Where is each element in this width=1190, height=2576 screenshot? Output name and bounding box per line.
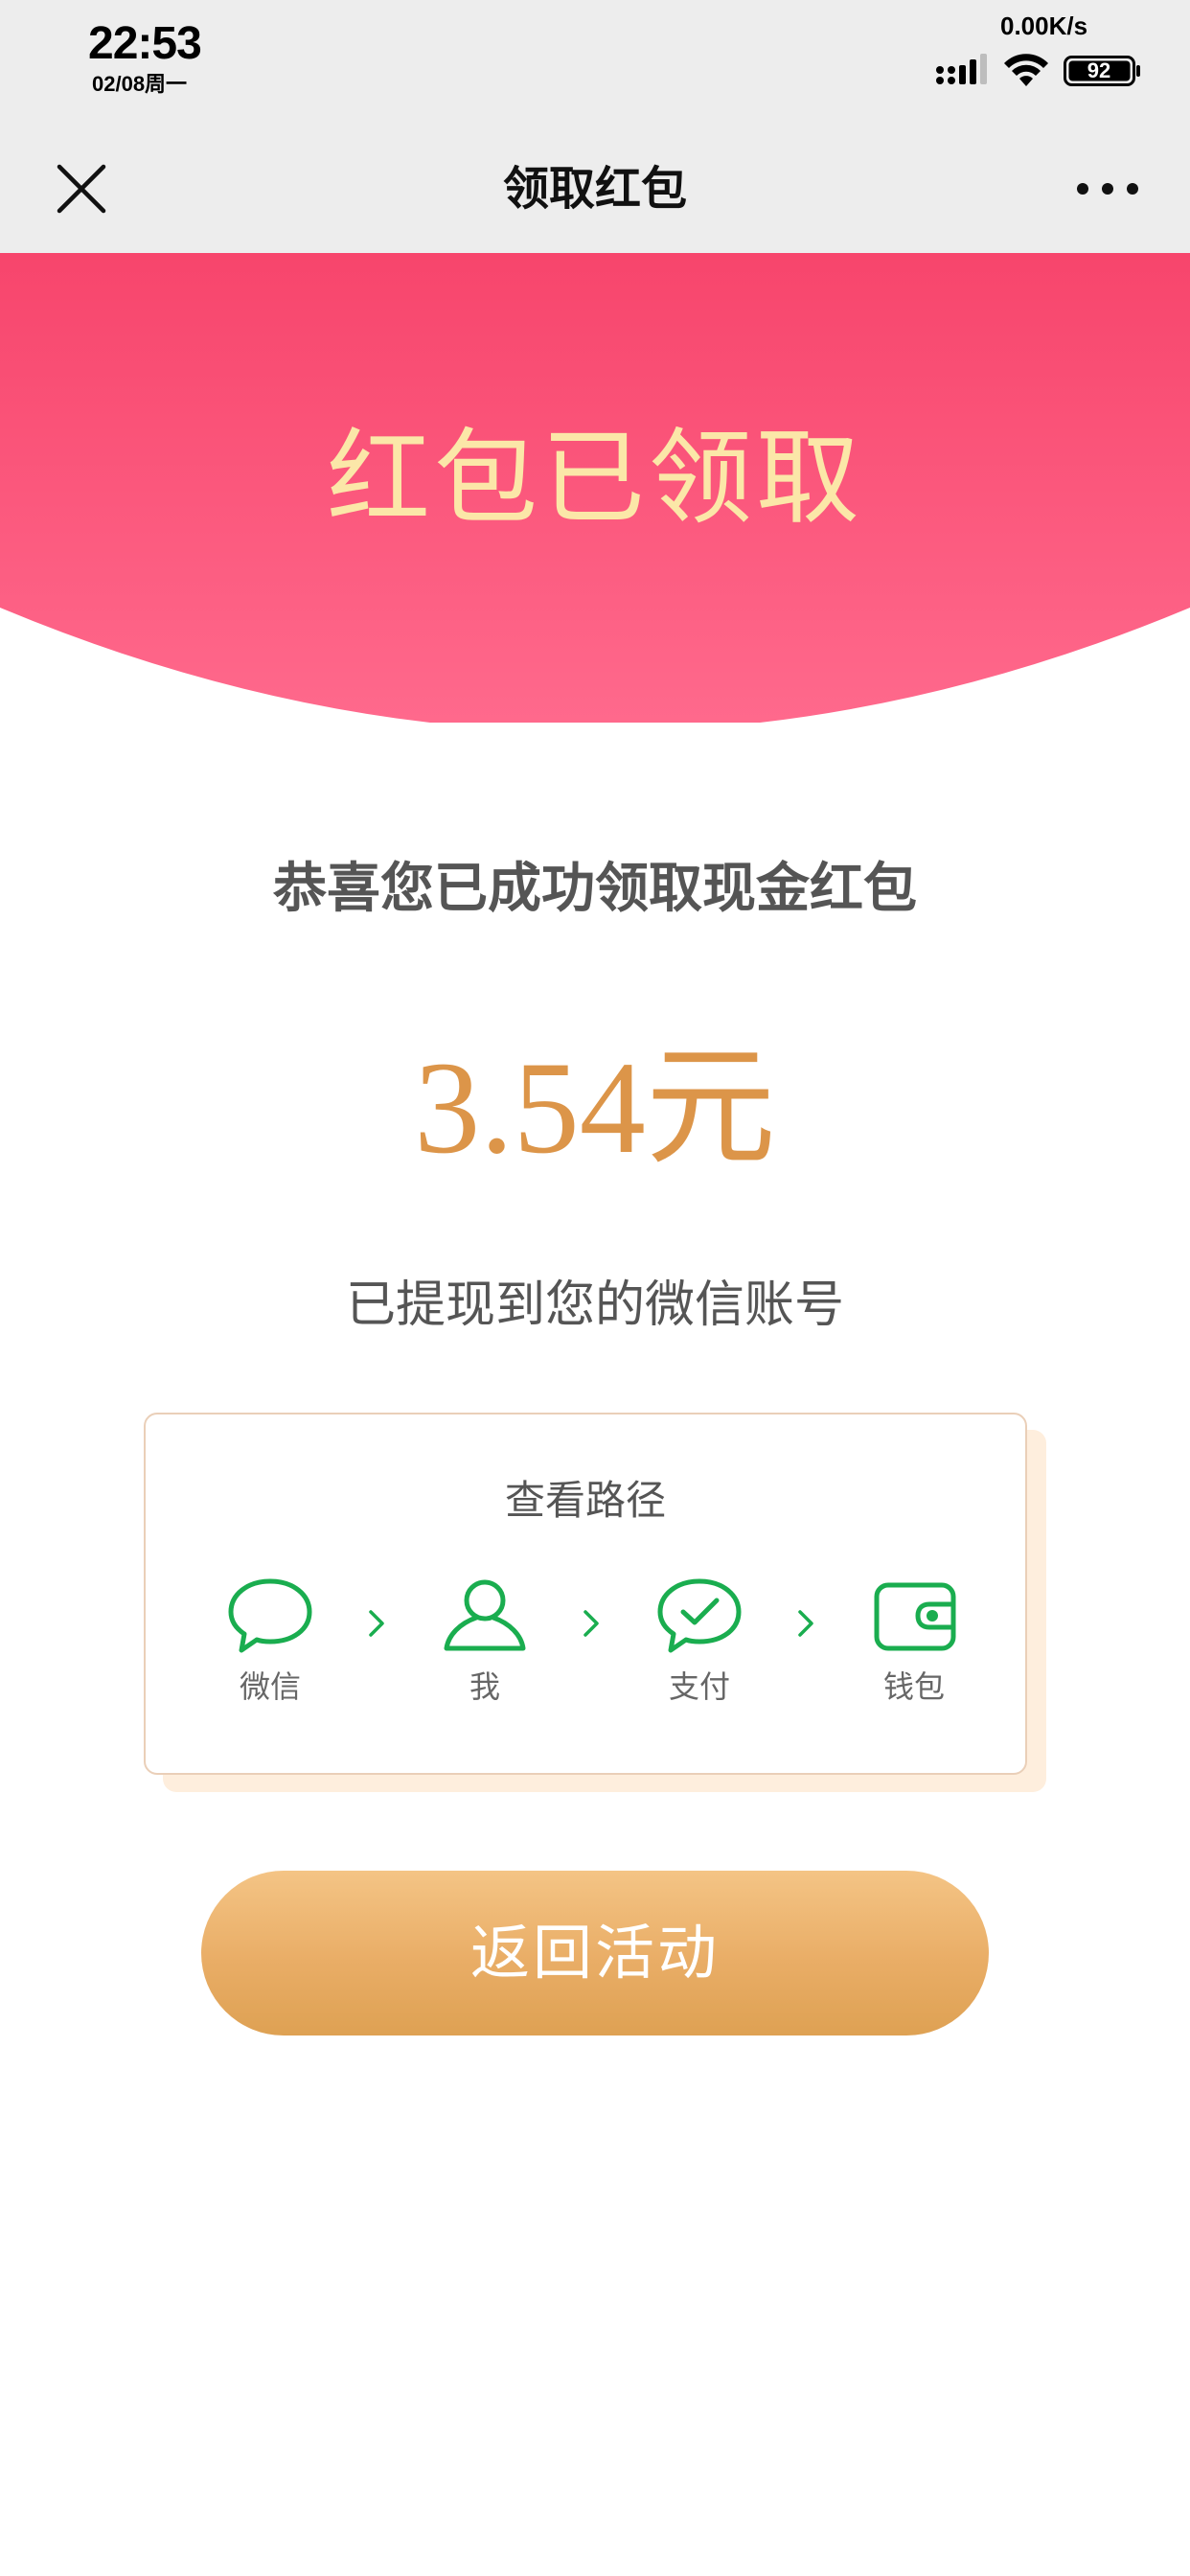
- path-step-wechat: 微信: [203, 1576, 337, 1708]
- return-to-activity-button[interactable]: 返回活动: [201, 1871, 989, 2036]
- wifi-icon: [1004, 54, 1048, 86]
- chevron-right-icon: [798, 1610, 813, 1637]
- nav-bar: 领取红包: [0, 125, 1190, 253]
- amount-unit: 元: [645, 1032, 776, 1184]
- path-step-label: 钱包: [882, 1668, 945, 1705]
- amount-display: 3.54元: [0, 1025, 1190, 1189]
- status-date: 02/08周一: [92, 72, 188, 96]
- signal-icon: [936, 54, 987, 84]
- page-title: 领取红包: [502, 162, 687, 216]
- status-time: 22:53: [88, 18, 202, 69]
- battery-level: 92: [1087, 58, 1111, 82]
- pay-check-icon: [657, 1578, 742, 1653]
- banner-title: 红包已领取: [326, 419, 863, 539]
- path-step-label: 微信: [239, 1668, 301, 1705]
- path-card-title: 查看路径: [504, 1477, 666, 1524]
- path-card: 查看路径 微信 我 支付 钱包: [144, 1413, 1027, 1775]
- chevron-right-icon: [584, 1610, 599, 1637]
- status-bar: 22:53 02/08周一 0.00K/s 92: [0, 0, 1190, 125]
- path-step-label: 支付: [668, 1668, 730, 1705]
- path-step-label: 我: [469, 1668, 500, 1705]
- chat-bubble-icon: [228, 1578, 312, 1653]
- withdraw-note: 已提现到您的微信账号: [345, 1276, 844, 1334]
- path-step-pay: 支付: [632, 1576, 767, 1708]
- more-icon[interactable]: [1073, 174, 1142, 203]
- path-step-me: 我: [418, 1576, 552, 1708]
- network-speed: 0.00K/s: [1000, 12, 1088, 40]
- amount-value: 3.54: [414, 1034, 646, 1181]
- chevron-right-icon: [369, 1610, 384, 1637]
- wallet-icon: [874, 1582, 956, 1651]
- person-icon: [444, 1579, 526, 1651]
- close-icon[interactable]: [54, 161, 109, 217]
- congrats-text: 恭喜您已成功领取现金红包: [273, 858, 917, 920]
- path-step-wallet: 钱包: [847, 1576, 981, 1708]
